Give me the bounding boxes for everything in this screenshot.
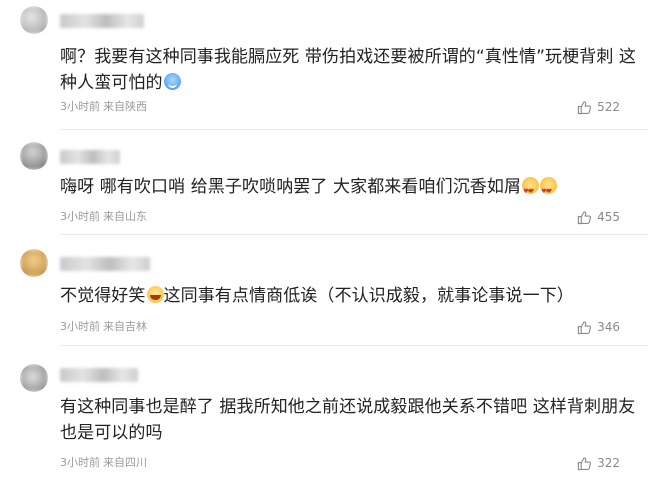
heart-eyes-emoji-icon — [540, 177, 558, 205]
like-button[interactable]: 322 — [577, 455, 620, 471]
like-button[interactable]: 346 — [577, 319, 620, 335]
comment-text: 啊？我要有这种同事我能膈应死 带伤拍戏还要被所谓的“真性情”玩梗背刺 这种人蛮可… — [60, 44, 650, 96]
avatar[interactable] — [20, 6, 48, 34]
comment-text-part: 这同事有点情商低诶（不认识成毅，就事论事说一下） — [163, 286, 574, 306]
avatar[interactable] — [20, 142, 48, 170]
thumbs-up-icon — [577, 210, 592, 224]
like-button[interactable]: 522 — [577, 99, 620, 115]
comment-text: 有这种同事也是醉了 据我所知他之前还说成毅跟他关系不错吧 这样背刺朋友也是可以的… — [60, 394, 650, 446]
comment-location: 来自山东 — [103, 210, 147, 223]
comment-item: 啊？我要有这种同事我能膈应死 带伤拍戏还要被所谓的“真性情”玩梗背刺 这种人蛮可… — [0, 0, 660, 130]
comment-location: 来自吉林 — [103, 320, 147, 333]
comment-text: 嗨呀 哪有吹口哨 给黑子吹唢呐罢了 大家都来看咱们沉香如屑 — [60, 174, 650, 205]
thumbs-up-icon — [577, 320, 592, 334]
comment-meta: 3小时前 来自吉林 — [60, 320, 147, 334]
comment-time: 3小时前 — [60, 210, 100, 223]
comment-item: 有这种同事也是醉了 据我所知他之前还说成毅跟他关系不错吧 这样背刺朋友也是可以的… — [0, 346, 660, 490]
thumbs-up-icon — [577, 456, 592, 470]
username-blurred[interactable] — [60, 14, 144, 28]
comment-text: 不觉得好笑 这同事有点情商低诶（不认识成毅，就事论事说一下） — [60, 283, 650, 309]
avatar[interactable] — [20, 364, 48, 392]
comment-meta: 3小时前 来自山东 — [60, 210, 147, 224]
comment-text-part: 有这种同事也是醉了 据我所知他之前还说成毅跟他关系不错吧 这样背刺朋友也是可以的… — [60, 397, 636, 443]
like-count: 346 — [597, 320, 620, 334]
thumbs-up-icon — [577, 100, 592, 114]
comment-text-part: 嗨呀 哪有吹口哨 给黑子吹唢呐罢了 大家都来看咱们沉香如屑 — [60, 177, 522, 197]
comment-location: 来自陕西 — [103, 100, 147, 113]
like-count: 322 — [597, 456, 620, 470]
comment-text-part: 啊？我要有这种同事我能膈应死 带伤拍戏还要被所谓的“真性情”玩梗背刺 这种人蛮可… — [60, 47, 637, 93]
laugh-emoji-icon — [146, 286, 164, 303]
comment-meta: 3小时前 来自四川 — [60, 456, 147, 470]
comment-meta: 3小时前 来自陕西 — [60, 100, 147, 114]
heart-eyes-emoji-icon — [522, 177, 540, 205]
comment-list: 啊？我要有这种同事我能膈应死 带伤拍戏还要被所谓的“真性情”玩梗背刺 这种人蛮可… — [0, 0, 660, 490]
comment-text-part: 不觉得好笑 — [60, 286, 146, 306]
comment-item: 嗨呀 哪有吹口哨 给黑子吹唢呐罢了 大家都来看咱们沉香如屑 3小时前来自山东 4… — [0, 130, 660, 235]
comment-time: 3小时前 — [60, 320, 100, 333]
comment-item: 不觉得好笑 这同事有点情商低诶（不认识成毅，就事论事说一下） 3小时前 来自吉林 3… — [0, 235, 660, 346]
username-blurred[interactable] — [60, 368, 138, 382]
comment-time: 3小时前 — [60, 456, 100, 469]
comment-time: 3小时前 — [60, 100, 100, 113]
smile-emoji-icon — [163, 73, 181, 90]
username-blurred[interactable] — [60, 257, 150, 271]
like-button[interactable]: 455 — [577, 209, 620, 225]
avatar[interactable] — [20, 249, 48, 277]
like-count: 455 — [597, 210, 620, 224]
comment-location: 来自四川 — [103, 456, 147, 469]
like-count: 522 — [597, 100, 620, 114]
username-blurred[interactable] — [60, 150, 120, 164]
